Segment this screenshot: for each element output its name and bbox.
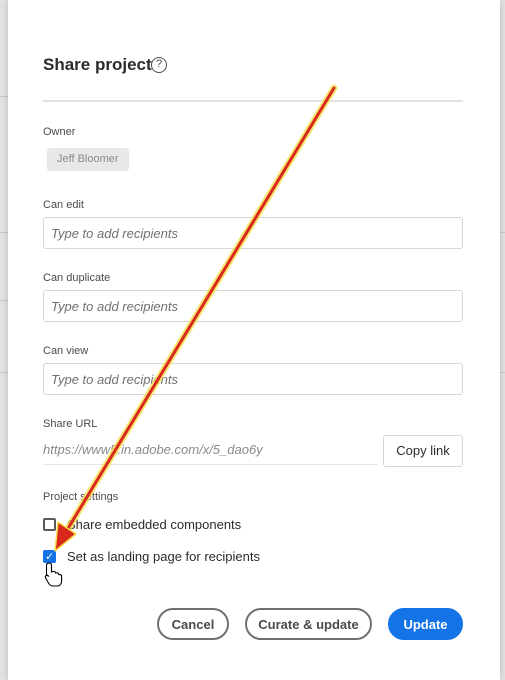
can-duplicate-field[interactable] (43, 290, 463, 322)
landing-page-label[interactable]: Set as landing page for recipients (67, 549, 260, 564)
background-divider (500, 232, 505, 233)
help-icon[interactable]: ? (151, 57, 167, 73)
share-embedded-checkbox[interactable] (43, 518, 56, 531)
can-edit-label: Can edit (43, 199, 84, 211)
background-page-right (500, 0, 505, 680)
can-view-input[interactable] (44, 364, 462, 394)
share-url-label: Share URL (43, 418, 98, 430)
can-view-label: Can view (43, 345, 89, 357)
background-divider (0, 300, 8, 301)
share-url-underline (43, 464, 378, 465)
can-edit-input[interactable] (44, 218, 462, 248)
copy-link-button[interactable]: Copy link (383, 435, 463, 467)
curate-update-button[interactable]: Curate & update (245, 608, 372, 640)
background-divider (0, 232, 8, 233)
project-settings-label: Project settings (43, 491, 119, 503)
background-divider (500, 372, 505, 373)
can-view-field[interactable] (43, 363, 463, 395)
background-page-left (0, 0, 8, 680)
can-duplicate-label: Can duplicate (43, 272, 111, 284)
title-divider (43, 100, 463, 102)
can-edit-field[interactable] (43, 217, 463, 249)
share-url-value[interactable]: https://www5.in.adobe.com/x/5_dao6y (43, 442, 378, 457)
background-divider (0, 372, 8, 373)
share-project-dialog: Share project ? Owner Jeff Bloomer Can e… (8, 0, 500, 680)
owner-chip: Jeff Bloomer (47, 148, 129, 171)
landing-page-checkbox[interactable]: ✓ (43, 550, 56, 563)
dialog-title: Share project (43, 55, 152, 74)
share-embedded-label[interactable]: Share embedded components (67, 517, 241, 532)
owner-label: Owner (43, 126, 76, 138)
cancel-button[interactable]: Cancel (157, 608, 229, 640)
can-duplicate-input[interactable] (44, 291, 462, 321)
update-button[interactable]: Update (388, 608, 463, 640)
checkmark-icon: ✓ (45, 551, 55, 563)
background-divider (0, 96, 8, 97)
